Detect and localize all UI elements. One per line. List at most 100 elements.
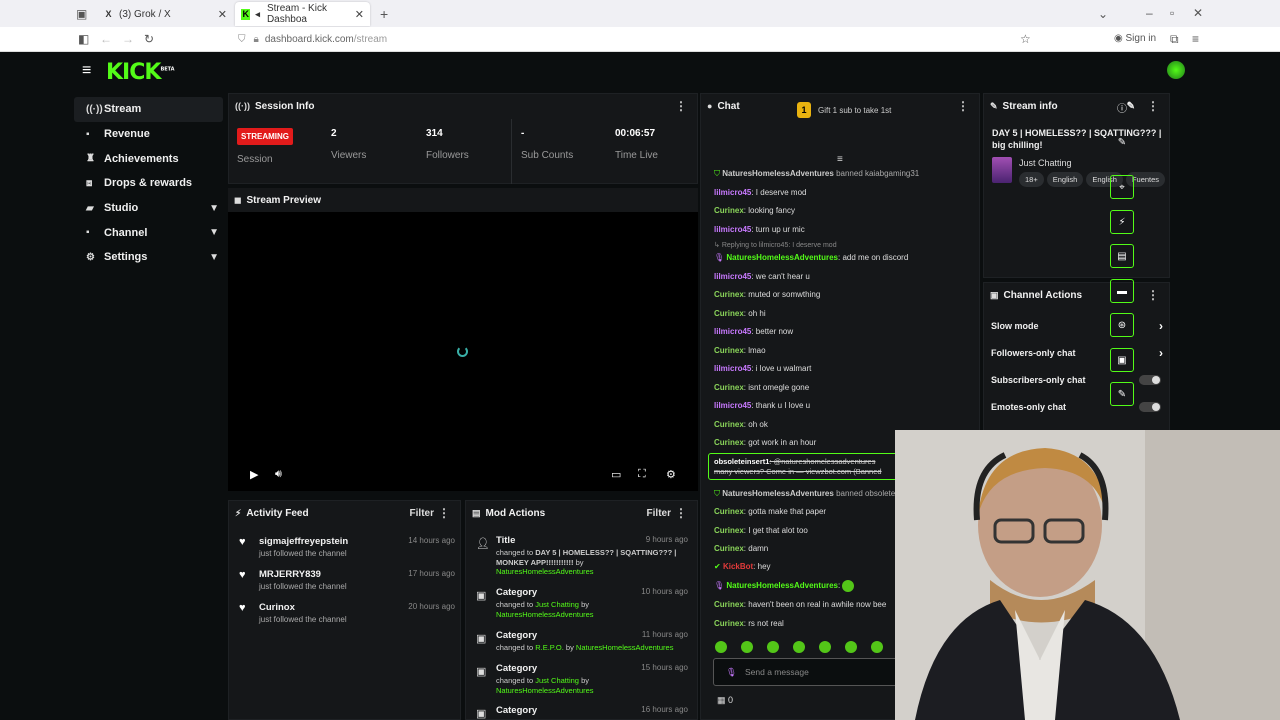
- chat-username[interactable]: Curinex: [714, 600, 744, 609]
- category-link[interactable]: Just Chatting: [535, 676, 579, 685]
- emote-icon[interactable]: [871, 641, 883, 653]
- volume-icon[interactable]: 🔊︎: [275, 468, 282, 481]
- chat-username[interactable]: NaturesHomelessAdventures: [722, 169, 834, 178]
- shield-icon[interactable]: ⛉: [238, 34, 246, 45]
- chat-username[interactable]: NaturesHomelessAdventures: [726, 581, 838, 590]
- chat-username[interactable]: KickBot: [723, 562, 753, 571]
- forward-icon[interactable]: →: [122, 32, 134, 46]
- chat-username[interactable]: Curinex: [714, 526, 744, 535]
- chat-username[interactable]: Curinex: [714, 420, 744, 429]
- close-icon[interactable]: ✕: [355, 8, 364, 21]
- fullscreen-icon[interactable]: ⛶: [638, 468, 646, 481]
- username-link[interactable]: NaturesHomelessAdventures: [496, 610, 594, 619]
- tab-list-icon[interactable]: ▣: [76, 7, 87, 21]
- tab-grok[interactable]: X (3) Grok / X ✕: [97, 2, 233, 26]
- category-link[interactable]: R.E.P.O.: [535, 643, 564, 652]
- chat-username[interactable]: lilmicro45: [714, 272, 751, 281]
- emote-icon[interactable]: [793, 641, 805, 653]
- username-link[interactable]: NaturesHomelessAdventures: [496, 686, 594, 695]
- username-link[interactable]: NaturesHomelessAdventures: [576, 643, 674, 652]
- more-icon[interactable]: ⋮: [438, 506, 450, 520]
- username-link[interactable]: NaturesHomelessAdventures: [496, 567, 594, 576]
- sidebar-icon[interactable]: ◧: [78, 32, 89, 46]
- broadcast-icon[interactable]: ⊛: [1110, 313, 1134, 337]
- chat-username[interactable]: Curinex: [714, 290, 744, 299]
- subscribers-only-toggle[interactable]: [1139, 375, 1161, 385]
- emote-icon[interactable]: [767, 641, 779, 653]
- sign-in-button[interactable]: ◉ Sign in: [1114, 33, 1156, 44]
- chat-username[interactable]: Curinex: [714, 507, 744, 516]
- emote-icon[interactable]: [741, 641, 753, 653]
- chat-username[interactable]: Curinex: [714, 346, 744, 355]
- follower-name[interactable]: Curinox: [259, 602, 295, 613]
- avatar[interactable]: [1167, 61, 1185, 79]
- extensions-icon[interactable]: ⧉: [1170, 32, 1179, 47]
- chat-username[interactable]: lilmicro45: [714, 364, 751, 373]
- play-icon[interactable]: ▶: [250, 468, 258, 481]
- hamburger-menu-icon[interactable]: ≡: [82, 62, 91, 80]
- sidebar-item-studio[interactable]: ▰ Studio ▼: [74, 196, 223, 221]
- chat-username[interactable]: obsoleteinsert1: [714, 457, 769, 466]
- sidebar-item-stream[interactable]: ((·)) Stream: [74, 97, 223, 122]
- chat-username[interactable]: lilmicro45: [714, 327, 751, 336]
- more-icon[interactable]: ⋮: [675, 99, 687, 113]
- close-icon[interactable]: ✕: [218, 8, 227, 21]
- info-icon[interactable]: ⓘ: [1110, 95, 1134, 119]
- reload-icon[interactable]: ↻: [144, 32, 154, 46]
- chat-username[interactable]: Curinex: [714, 619, 744, 628]
- theater-mode-icon[interactable]: ▭: [611, 468, 621, 481]
- menu-icon[interactable]: ≡: [1192, 32, 1199, 46]
- category-link[interactable]: Just Chatting: [535, 600, 579, 609]
- lightning-icon[interactable]: ⚡︎: [1110, 210, 1134, 234]
- close-window-icon[interactable]: ✕: [1193, 6, 1203, 20]
- follower-name[interactable]: MRJERRY839: [259, 569, 321, 580]
- chat-username[interactable]: lilmicro45: [714, 225, 751, 234]
- target-icon[interactable]: ⌖: [1110, 175, 1134, 199]
- document-icon[interactable]: ▤: [1110, 244, 1134, 268]
- more-icon[interactable]: ⋮: [1147, 99, 1159, 113]
- chat-username[interactable]: Curinex: [714, 383, 744, 392]
- followers-only-row[interactable]: Followers-only chat ›: [991, 346, 1163, 360]
- chat-username[interactable]: Curinex: [714, 309, 744, 318]
- kick-logo[interactable]: KICKBETA: [106, 60, 175, 85]
- speaker-icon[interactable]: ◂: [253, 9, 262, 20]
- wrench-icon[interactable]: ✎: [1110, 382, 1134, 406]
- chat-username[interactable]: lilmicro45: [714, 188, 751, 197]
- chat-username[interactable]: NaturesHomelessAdventures: [722, 489, 834, 498]
- more-icon[interactable]: ⋮: [1147, 288, 1159, 302]
- chat-username[interactable]: Curinex: [714, 544, 744, 553]
- filter-button[interactable]: Filter: [647, 508, 671, 519]
- more-icon[interactable]: ⋮: [675, 506, 687, 520]
- calendar-icon[interactable]: ▣: [1110, 348, 1134, 372]
- slow-mode-row[interactable]: Slow mode ›: [991, 319, 1163, 333]
- sidebar-item-drops[interactable]: ⧈ Drops & rewards: [74, 171, 223, 196]
- chevron-down-icon[interactable]: ⌄: [1098, 7, 1108, 21]
- chat-username[interactable]: Curinex: [714, 206, 744, 215]
- chat-bubble-icon[interactable]: ▬: [1110, 279, 1134, 303]
- bookmark-star-icon[interactable]: ☆: [1020, 32, 1031, 46]
- category-name[interactable]: Just Chatting: [1019, 158, 1072, 168]
- chat-username[interactable]: Curinex: [714, 438, 744, 447]
- emote-icon[interactable]: [819, 641, 831, 653]
- emotes-only-toggle[interactable]: [1139, 402, 1161, 412]
- sidebar-item-settings[interactable]: ⚙ Settings ▼: [74, 245, 223, 270]
- chat-username[interactable]: lilmicro45: [714, 401, 751, 410]
- sidebar-item-achievements[interactable]: ♜ Achievements: [74, 146, 223, 171]
- gift-leaderboard[interactable]: 1 Gift 1 sub to take 1st: [797, 102, 891, 118]
- url-bar[interactable]: ⛉ 🔒︎ dashboard.kick.com/stream: [232, 30, 1040, 49]
- sidebar-item-channel[interactable]: ▪ Channel ▼: [74, 220, 223, 245]
- emote-icon[interactable]: [715, 641, 727, 653]
- filter-button[interactable]: Filter: [410, 508, 434, 519]
- pinned-icon[interactable]: ≡: [837, 154, 843, 165]
- maximize-icon[interactable]: ▫: [1170, 6, 1174, 20]
- emote-icon[interactable]: [845, 641, 857, 653]
- chat-username[interactable]: NaturesHomelessAdventures: [726, 253, 838, 262]
- new-tab-icon[interactable]: +: [380, 6, 388, 22]
- back-icon[interactable]: ←: [100, 32, 112, 46]
- pencil-icon[interactable]: ✎: [1110, 130, 1134, 154]
- sidebar-item-revenue[interactable]: ▪ Revenue: [74, 122, 223, 147]
- minimize-icon[interactable]: –: [1146, 6, 1153, 20]
- settings-icon[interactable]: ⚙: [666, 468, 676, 481]
- follower-name[interactable]: sigmajeffreyepstein: [259, 536, 348, 547]
- tab-kick-dashboard[interactable]: K ◂ Stream - Kick Dashboa ✕: [235, 2, 370, 26]
